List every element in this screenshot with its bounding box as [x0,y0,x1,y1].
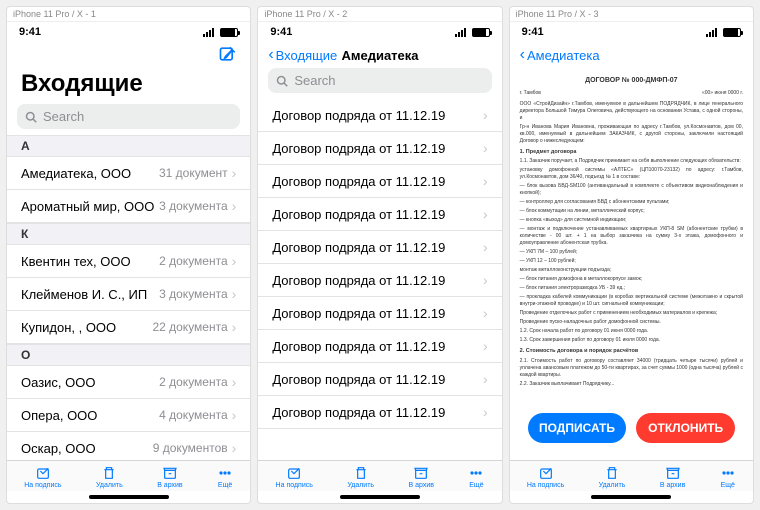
toolbar-item[interactable]: Удалить [599,465,626,489]
status-time: 9:41 [270,26,292,38]
list-item[interactable]: Оскар, ООО9 документов› [7,432,250,460]
status-bar: 9:41 [510,22,753,40]
chevron-right-icon: › [483,272,488,288]
list-item[interactable]: Договор подряда от 11.12.19› [258,198,501,231]
back-button[interactable]: ‹ Входящие [268,47,337,63]
toolbar-item[interactable]: Удалить [347,465,374,489]
toolbar-item[interactable]: Ещё [468,465,484,489]
toolbar-item[interactable]: На подпись [527,465,564,489]
chevron-right-icon: › [483,404,488,420]
chevron-right-icon: › [232,440,237,456]
list-item[interactable]: Договор подряда от 11.12.19› [258,297,501,330]
signal-icon [455,28,466,37]
page-title: Входящие [7,68,250,104]
battery-icon [472,28,490,37]
toolbar-item[interactable]: Ещё [217,465,233,489]
list-item[interactable]: Договор подряда от 11.12.19› [258,165,501,198]
toolbar-item[interactable]: В архив [157,465,182,489]
toolbar-item[interactable]: В архив [660,465,685,489]
list-item[interactable]: Договор подряда от 11.12.19› [258,99,501,132]
documents-list[interactable]: Договор подряда от 11.12.19›Договор подр… [258,99,501,460]
list-item[interactable]: Квентин тех, ООО2 документа› [7,245,250,278]
chevron-left-icon: ‹ [268,47,273,63]
chevron-right-icon: › [232,286,237,302]
compose-icon[interactable] [218,44,238,64]
sign-button[interactable]: ПОДПИСАТЬ [528,413,627,443]
chevron-right-icon: › [483,239,488,255]
signal-icon [203,28,214,37]
back-button[interactable]: ‹ Амедиатека [520,47,600,63]
toolbar-item[interactable]: В архив [409,465,434,489]
home-indicator[interactable] [89,495,169,499]
chevron-right-icon: › [483,107,488,123]
chevron-right-icon: › [483,140,488,156]
action-bar: ПОДПИСАТЬ ОТКЛОНИТЬ [510,413,753,443]
frame-label: iPhone 11 Pro / X - 1 [7,7,250,22]
frame-label: iPhone 11 Pro / X - 2 [258,7,501,22]
phone-frame-2: iPhone 11 Pro / X - 2 9:41 ‹ Входящие Ам… [257,6,502,504]
frame-label: iPhone 11 Pro / X - 3 [510,7,753,22]
list-item[interactable]: Договор подряда от 11.12.19› [258,264,501,297]
chevron-right-icon: › [483,206,488,222]
phone-frame-1: iPhone 11 Pro / X - 1 9:41 Входящие Sear… [6,6,251,504]
signal-icon [706,28,717,37]
chevron-right-icon: › [232,374,237,390]
nav-bar: ‹ Входящие Амедиатека [258,40,501,68]
search-input[interactable]: Search [268,68,491,93]
toolbar-item[interactable]: Удалить [96,465,123,489]
chevron-right-icon: › [232,165,237,181]
home-indicator[interactable] [591,495,671,499]
phone-frame-3: iPhone 11 Pro / X - 3 9:41 ‹ Амедиатека … [509,6,754,504]
chevron-right-icon: › [483,173,488,189]
status-time: 9:41 [522,26,544,38]
list-item[interactable]: Договор подряда от 11.12.19› [258,231,501,264]
toolbar: На подпись Удалить В архив Ещё [510,460,753,491]
chevron-right-icon: › [232,407,237,423]
list-item[interactable]: Амедиатека, ООО31 документ› [7,157,250,190]
status-bar: 9:41 [7,22,250,40]
battery-icon [723,28,741,37]
battery-icon [220,28,238,37]
list-item[interactable]: Купидон, , ООО22 документа› [7,311,250,344]
chevron-right-icon: › [232,253,237,269]
section-header: А [7,135,250,157]
nav-bar: ‹ Амедиатека [510,40,753,68]
list-item[interactable]: Договор подряда от 11.12.19› [258,363,501,396]
chevron-left-icon: ‹ [520,47,525,63]
section-header: К [7,223,250,245]
status-time: 9:41 [19,26,41,38]
contacts-list[interactable]: ААмедиатека, ООО31 документ›Ароматный ми… [7,135,250,460]
document-viewer[interactable]: ДОГОВОР № 000-ДМФП-07 г. Тамбов «00» июн… [510,68,753,460]
toolbar: На подпись Удалить В архив Ещё [7,460,250,491]
chevron-right-icon: › [232,319,237,335]
list-item[interactable]: Ароматный мир, ООО3 документа› [7,190,250,223]
list-item[interactable]: Клейменов И. С., ИП3 документа› [7,278,250,311]
chevron-right-icon: › [232,198,237,214]
search-icon [276,75,288,87]
chevron-right-icon: › [483,338,488,354]
list-item[interactable]: Опера, ООО4 документа› [7,399,250,432]
list-item[interactable]: Оазис, ООО2 документа› [7,366,250,399]
search-input[interactable]: Search [17,104,240,129]
status-bar: 9:41 [258,22,501,40]
chevron-right-icon: › [483,371,488,387]
document-title: ДОГОВОР № 000-ДМФП-07 [520,76,743,86]
list-item[interactable]: Договор подряда от 11.12.19› [258,396,501,429]
search-icon [25,111,37,123]
toolbar-item[interactable]: На подпись [276,465,313,489]
section-header: О [7,344,250,366]
toolbar: На подпись Удалить В архив Ещё [258,460,501,491]
list-item[interactable]: Договор подряда от 11.12.19› [258,330,501,363]
chevron-right-icon: › [483,305,488,321]
reject-button[interactable]: ОТКЛОНИТЬ [636,413,735,443]
toolbar-item[interactable]: На подпись [24,465,61,489]
toolbar-item[interactable]: Ещё [720,465,736,489]
list-item[interactable]: Договор подряда от 11.12.19› [258,132,501,165]
nav-bar [7,40,250,68]
home-indicator[interactable] [340,495,420,499]
